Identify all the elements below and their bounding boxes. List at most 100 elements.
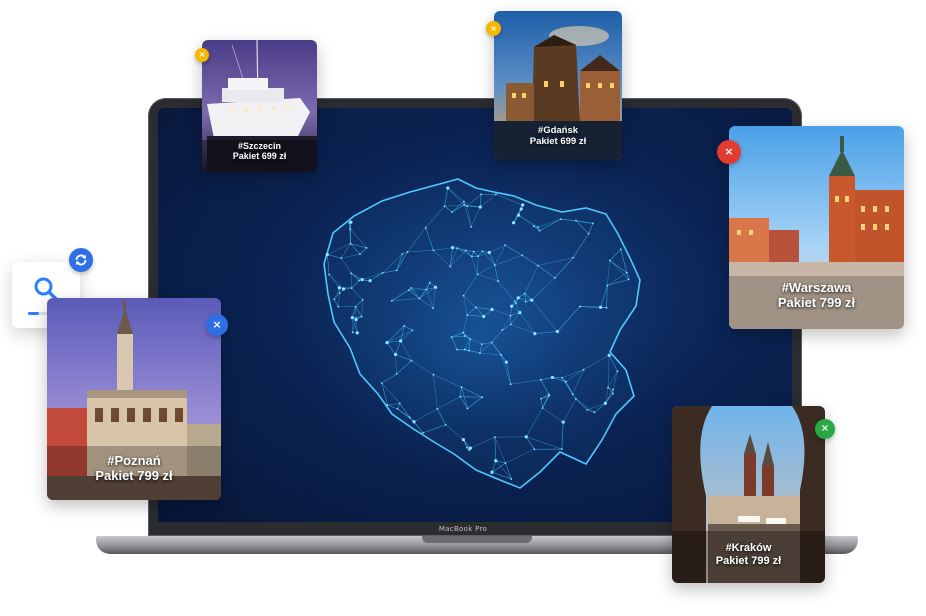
network-node [418,297,421,300]
network-node [368,279,372,283]
network-node [385,341,389,345]
network-node [513,300,516,303]
network-node [538,229,541,232]
network-node [337,305,340,308]
destination-card-krakow[interactable]: #Kraków Pakiet 799 zł [672,406,825,583]
network-node [554,276,556,279]
close-icon: × [490,24,497,33]
network-node [401,253,404,255]
network-node [493,436,496,439]
network-node [398,402,401,405]
network-node [619,248,622,251]
network-node [355,331,359,335]
network-node [425,288,428,291]
close-icon: × [820,423,830,434]
network-node [337,286,341,290]
network-node [462,200,465,203]
network-node [497,280,499,282]
network-node [550,375,555,380]
network-node [450,336,453,339]
szczecin-close-button[interactable]: × [195,48,209,62]
network-node [509,383,512,386]
network-node [504,360,508,364]
network-node [466,446,468,449]
network-node [470,255,473,258]
network-node [603,401,607,405]
network-node [560,448,563,450]
network-node [578,305,581,308]
network-node [399,339,403,343]
network-node [510,478,513,480]
card-gdansk-price: Pakiet 699 zł [529,135,587,147]
network-node [572,256,574,259]
network-node [411,329,414,332]
destination-card-poznan[interactable]: #Poznań Pakiet 799 zł [47,298,221,500]
network-node [466,205,469,208]
network-node [380,382,383,385]
warszawa-close-button[interactable]: × [717,140,741,164]
network-node [605,306,608,309]
network-node [359,253,361,256]
refresh-icon [75,254,87,266]
network-node [481,250,484,253]
network-node [464,249,467,252]
network-node [470,225,472,228]
network-node [479,352,481,354]
network-node [386,404,389,407]
network-node [432,249,435,252]
card-krakow-price: Pakiet 799 zł [715,554,782,567]
network-node [606,284,609,287]
network-node [490,470,494,474]
network-node [480,193,482,196]
network-node [521,254,524,257]
network-node [407,289,410,292]
network-node [432,373,435,376]
destination-card-gdansk[interactable]: #Gdańsk Pakiet 699 zł [494,11,622,160]
network-node [403,325,406,327]
network-node [436,407,439,410]
network-node [350,287,353,289]
refresh-button[interactable] [69,248,93,272]
network-node [396,407,399,410]
network-node [422,431,424,434]
network-node [444,423,447,426]
network-node [462,294,465,297]
network-node [571,393,574,396]
network-node [432,307,435,310]
network-node [468,446,472,450]
network-node [466,407,469,410]
network-node [504,244,507,247]
search-progress-fill [28,312,39,315]
network-node [463,203,466,206]
poznan-close-button[interactable]: × [206,314,228,336]
network-node [490,341,493,344]
network-node [456,247,459,250]
network-node [365,246,368,249]
network-node [338,292,341,295]
network-node [541,407,544,409]
network-node [598,305,603,309]
gdansk-close-button[interactable]: × [486,21,501,36]
network-node [523,292,526,295]
network-node [487,250,491,255]
network-node [461,437,466,442]
network-node [325,252,329,257]
network-node [537,226,539,229]
network-node [460,386,463,389]
krakow-close-button[interactable]: × [815,419,835,439]
network-node [582,368,585,371]
network-node [449,265,452,268]
network-node [328,273,331,276]
network-node [410,287,413,289]
network-node [477,255,480,258]
network-node [555,329,559,334]
network-node [333,298,336,301]
network-node [482,314,486,319]
network-node [395,269,398,272]
network-node [358,279,360,282]
network-node [446,186,450,190]
destination-card-warszawa[interactable]: #Warszawa Pakiet 799 zł [729,126,904,329]
network-node [350,315,354,320]
network-node [472,250,475,253]
destination-card-szczecin[interactable]: #Szczecin Pakiet 699 zł [202,40,317,172]
